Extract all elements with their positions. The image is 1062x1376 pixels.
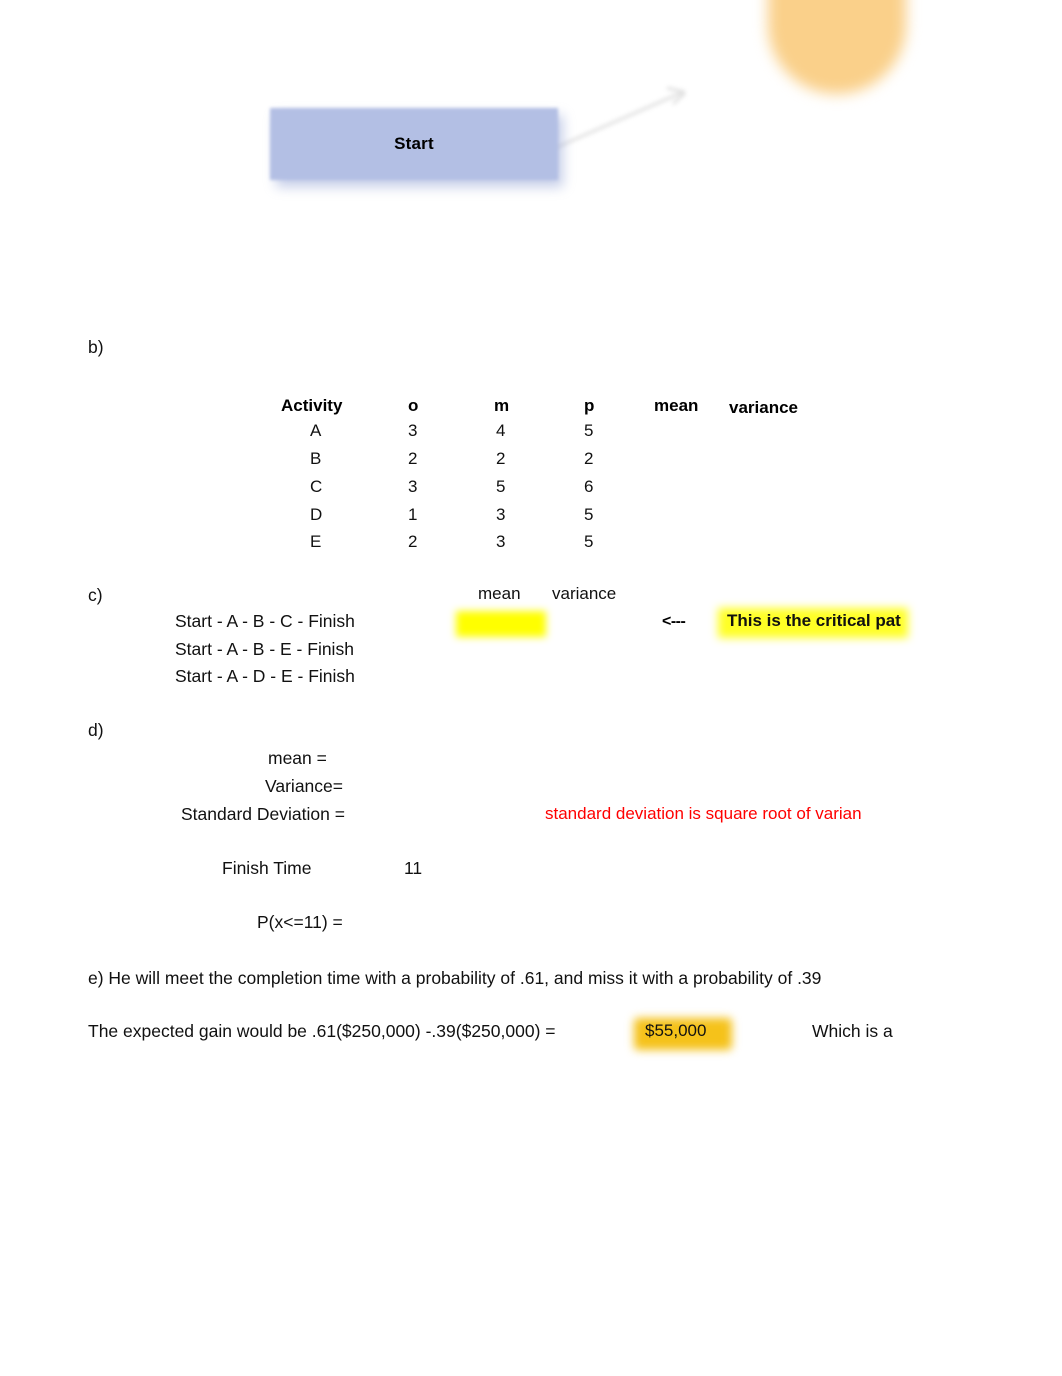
finish-time-value: 11 xyxy=(404,858,423,878)
table-row: 1 xyxy=(408,505,418,524)
section-b-label: b) xyxy=(88,337,104,357)
table-row: E xyxy=(310,532,322,551)
table-header-variance: variance xyxy=(729,398,798,417)
orange-blob-shape xyxy=(768,0,906,94)
table-row: 4 xyxy=(496,421,506,440)
pointer-arrow-icon: <--- xyxy=(662,613,686,630)
table-header-p: p xyxy=(584,396,595,415)
table-row: 5 xyxy=(496,477,506,496)
c-variance-header: variance xyxy=(552,584,617,603)
table-row: 2 xyxy=(584,449,594,468)
expected-gain-value: $55,000 xyxy=(645,1021,707,1040)
table-row: B xyxy=(310,449,322,468)
document-page: Start b) Activity o m p mean variance A … xyxy=(0,0,1062,1376)
table-header-mean: mean xyxy=(654,396,699,415)
critical-path-option-2: Start - A - B - E - Finish xyxy=(175,639,354,659)
table-header-m: m xyxy=(494,396,510,415)
table-row: 3 xyxy=(408,477,418,496)
mean-value-highlight[interactable] xyxy=(456,611,546,637)
start-node-label: Start xyxy=(394,134,434,153)
standard-deviation-label: Standard Deviation = xyxy=(181,804,345,824)
section-e-line-2-prefix: The expected gain would be .61($250,000)… xyxy=(88,1021,556,1041)
table-row: D xyxy=(310,505,323,524)
section-e-line-1: e) He will meet the completion time with… xyxy=(88,968,822,988)
finish-time-label: Finish Time xyxy=(222,858,312,878)
table-row: A xyxy=(310,421,322,440)
standard-deviation-red-note: standard deviation is square root of var… xyxy=(545,804,862,823)
table-row: 3 xyxy=(496,505,506,524)
table-row: 3 xyxy=(408,421,418,440)
variance-label: Variance= xyxy=(265,776,343,796)
table-row: C xyxy=(310,477,323,496)
critical-path-option-3: Start - A - D - E - Finish xyxy=(175,666,355,686)
mean-label: mean = xyxy=(268,748,327,768)
table-row: 5 xyxy=(584,532,594,551)
table-row: 3 xyxy=(496,532,506,551)
table-row: 6 xyxy=(584,477,594,496)
critical-path-note: This is the critical pat xyxy=(727,611,901,630)
table-header-o: o xyxy=(408,396,419,415)
section-e-line-2-suffix: Which is a xyxy=(812,1021,893,1041)
table-row: 2 xyxy=(496,449,506,468)
critical-path-option-1: Start - A - B - C - Finish xyxy=(175,611,355,631)
table-row: 2 xyxy=(408,449,418,468)
c-mean-header: mean xyxy=(478,584,521,603)
table-row: 5 xyxy=(584,421,594,440)
table-header-activity: Activity xyxy=(281,396,343,415)
section-d-label: d) xyxy=(88,720,104,740)
connector-line-icon xyxy=(554,86,687,150)
section-c-label: c) xyxy=(88,585,103,605)
table-row: 2 xyxy=(408,532,418,551)
table-row: 5 xyxy=(584,505,594,524)
probability-label: P(x<=11) = xyxy=(257,912,343,932)
